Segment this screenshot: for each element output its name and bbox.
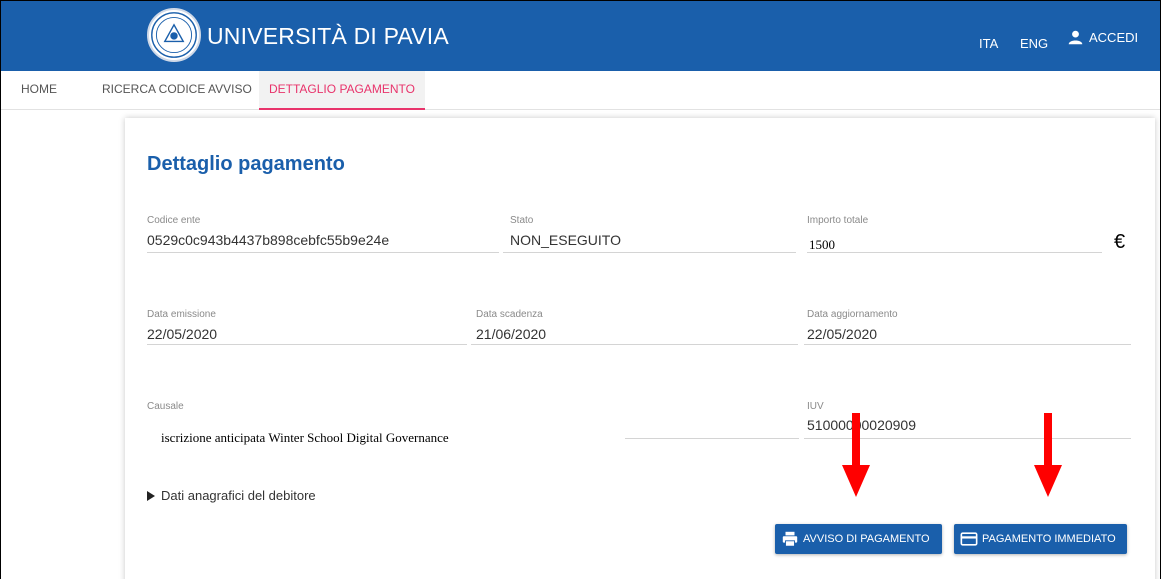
expand-triangle-icon [147, 490, 155, 501]
red-arrow-down-icon [1034, 413, 1062, 497]
data-scadenza-underline [471, 344, 798, 345]
causale-underline [625, 438, 799, 439]
credit-card-icon [960, 532, 978, 546]
data-aggiornamento-underline [804, 344, 1131, 345]
login-button[interactable]: ACCEDI [1067, 28, 1138, 46]
tab-ricerca-codice-avviso[interactable]: RICERCA CODICE AVVISO [90, 71, 264, 110]
login-label: ACCEDI [1089, 29, 1139, 45]
euro-currency-icon: € [1114, 231, 1126, 253]
data-emissione-label: Data emissione [147, 309, 216, 320]
stato-label: Stato [510, 215, 534, 226]
codice-ente-underline [147, 252, 499, 253]
tab-home[interactable]: HOME [9, 71, 69, 110]
pagamento-immediato-button[interactable]: PAGAMENTO IMMEDIATO [954, 524, 1127, 554]
iuv-label: IUV [807, 401, 824, 412]
dati-anagrafici-label: Dati anagrafici del debitore [161, 488, 316, 503]
data-scadenza-value[interactable]: 21/06/2020 [476, 326, 546, 342]
data-aggiornamento-label: Data aggiornamento [807, 309, 898, 320]
data-scadenza-label: Data scadenza [476, 309, 543, 320]
payment-detail-card [125, 118, 1155, 579]
data-emissione-underline [147, 344, 467, 345]
data-aggiornamento-value[interactable]: 22/05/2020 [807, 326, 877, 342]
language-eng-link[interactable]: ENG [1020, 36, 1048, 51]
brand-name[interactable]: UNIVERSITÀ DI PAVIA [207, 23, 449, 50]
language-ita-link[interactable]: ITA [979, 36, 998, 51]
codice-ente-label: Codice ente [147, 215, 201, 226]
printer-icon [782, 531, 798, 547]
importo-totale-value[interactable]: 1500 [809, 237, 835, 253]
importo-totale-label: Importo totale [807, 215, 869, 226]
user-icon [1068, 30, 1083, 44]
top-bar: UNIVERSITÀ DI PAVIA ITA ENG ACCEDI [1, 1, 1160, 71]
dati-anagrafici-toggle[interactable]: Dati anagrafici del debitore [147, 488, 316, 503]
pagamento-button-label: PAGAMENTO IMMEDIATO [982, 533, 1116, 545]
causale-label: Causale [147, 401, 184, 412]
avviso-di-pagamento-button[interactable]: AVVISO DI PAGAMENTO [775, 524, 942, 554]
stato-value[interactable]: NON_ESEGUITO [510, 232, 621, 248]
importo-totale-underline [807, 252, 1102, 253]
stato-underline [503, 252, 796, 253]
red-arrow-down-icon [842, 413, 870, 497]
data-emissione-value[interactable]: 22/05/2020 [147, 326, 217, 342]
causale-value[interactable]: iscrizione anticipata Winter School Digi… [161, 430, 449, 446]
tab-bar: HOME RICERCA CODICE AVVISO DETTAGLIO PAG… [1, 71, 1160, 110]
avviso-button-label: AVVISO DI PAGAMENTO [803, 533, 930, 545]
university-seal-icon[interactable] [147, 8, 201, 62]
codice-ente-value[interactable]: 0529c0c943b4437b898cebfc55b9e24e [147, 232, 389, 248]
page-title: Dettaglio pagamento [147, 153, 345, 175]
tab-dettaglio-pagamento[interactable]: DETTAGLIO PAGAMENTO [259, 71, 425, 110]
